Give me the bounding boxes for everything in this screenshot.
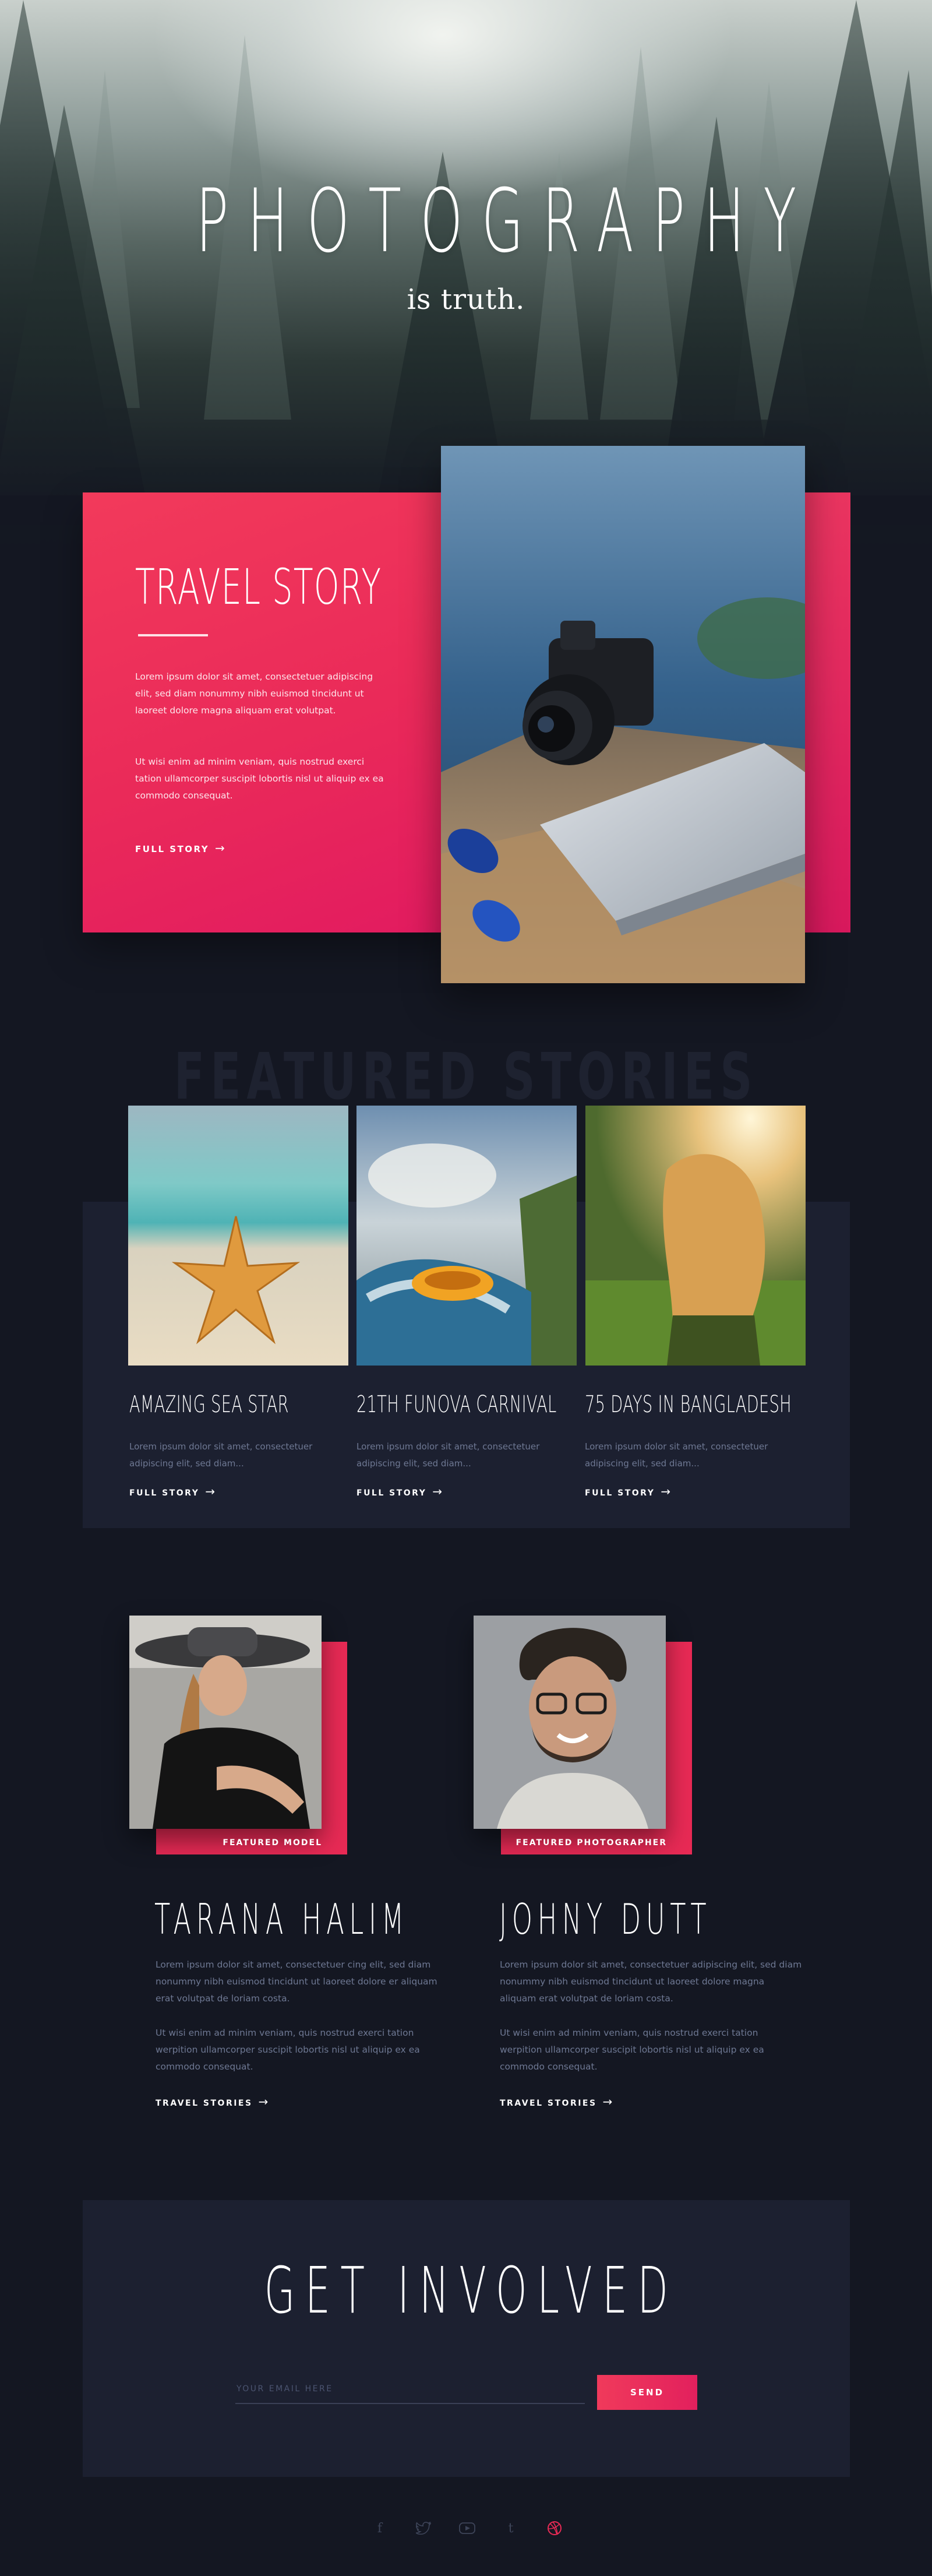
- full-story-link[interactable]: FULL STORY →: [135, 841, 225, 855]
- photographer-photo[interactable]: [474, 1616, 666, 1829]
- full-story-label: FULL STORY: [129, 1488, 200, 1498]
- story-description: Lorem ipsum dolor sit amet, consectetuer…: [129, 1441, 313, 1469]
- email-input[interactable]: [235, 2375, 585, 2404]
- full-story-link[interactable]: FULL STORY →: [129, 1484, 215, 1498]
- arrow-right-icon: →: [432, 1484, 443, 1498]
- model-name: TARANA HALIM: [154, 1895, 409, 1944]
- photographer-paragraph-2: Ut wisi enim ad minim veniam, quis nostr…: [500, 2028, 764, 2072]
- model-paragraph-1: Lorem ipsum dolor sit amet, consectetuer…: [156, 1959, 437, 2004]
- story-title: AMAZING SEA STAR: [129, 1391, 289, 1418]
- photographer-name: JOHNY DUTT: [499, 1895, 712, 1944]
- travel-story-photo: [441, 446, 805, 983]
- story-title: 21TH FUNOVA CARNIVAL: [356, 1391, 557, 1418]
- tumblr-icon[interactable]: t: [499, 2517, 523, 2540]
- get-involved-section: GET INVOLVED SEND: [83, 2200, 850, 2477]
- youtube-icon: [459, 2522, 475, 2534]
- rafting-image: [356, 1106, 577, 1366]
- travel-paragraph-1: Lorem ipsum dolor sit amet, consectetuer…: [135, 671, 373, 716]
- full-story-link[interactable]: FULL STORY →: [585, 1484, 670, 1498]
- sea-star-image: [128, 1106, 348, 1366]
- story-photo-bangladesh[interactable]: [585, 1106, 806, 1366]
- title-underline: [138, 634, 208, 636]
- woman-portrait-image: [129, 1616, 322, 1829]
- send-button[interactable]: SEND: [597, 2375, 697, 2410]
- facebook-icon[interactable]: f: [368, 2517, 391, 2540]
- model-photo[interactable]: [129, 1616, 322, 1829]
- travel-stories-link[interactable]: TRAVEL STORIES →: [156, 2095, 268, 2109]
- story-title: 75 DAYS IN BANGLADESH: [585, 1391, 792, 1418]
- arrow-right-icon: →: [205, 1484, 216, 1498]
- get-involved-title: GET INVOLVED: [264, 2253, 679, 2328]
- full-story-label: FULL STORY: [585, 1488, 655, 1498]
- travel-stories-link[interactable]: TRAVEL STORIES →: [500, 2095, 612, 2109]
- featured-stories-heading: FEATURED STORIES: [174, 1039, 758, 1114]
- full-story-label: FULL STORY: [356, 1488, 427, 1498]
- model-paragraph-2: Ut wisi enim ad minim veniam, quis nostr…: [156, 2028, 420, 2072]
- youtube-icon[interactable]: [456, 2517, 479, 2540]
- featured-photographer-label: FEATURED PHOTOGRAPHER: [516, 1838, 667, 1847]
- social-links: f t: [0, 2517, 932, 2540]
- photographer-paragraph-1: Lorem ipsum dolor sit amet, consectetuer…: [500, 1959, 802, 2004]
- featured-model-label: FEATURED MODEL: [223, 1838, 322, 1847]
- full-story-link[interactable]: FULL STORY →: [356, 1484, 442, 1498]
- travel-paragraph-2: Ut wisi enim ad minim veniam, quis nostr…: [135, 756, 384, 801]
- travel-stories-label: TRAVEL STORIES: [156, 2099, 253, 2108]
- story-photo-sea-star[interactable]: [128, 1106, 348, 1366]
- travel-story-card: TRAVEL STORY Lorem ipsum dolor sit amet,…: [83, 492, 456, 932]
- man-portrait-image: [474, 1616, 666, 1829]
- dribbble-icon[interactable]: [543, 2517, 566, 2540]
- twitter-icon: [416, 2522, 431, 2535]
- camera-laptop-image: [441, 446, 805, 983]
- story-description: Lorem ipsum dolor sit amet, consectetuer…: [585, 1441, 768, 1469]
- twitter-icon[interactable]: [412, 2517, 435, 2540]
- girl-field-image: [585, 1106, 806, 1366]
- full-story-label: FULL STORY: [135, 844, 210, 854]
- dribbble-icon: [548, 2521, 562, 2535]
- arrow-right-icon: →: [258, 2095, 269, 2109]
- arrow-right-icon: →: [215, 841, 225, 855]
- travel-story-title: TRAVEL STORY: [135, 558, 382, 615]
- travel-stories-label: TRAVEL STORIES: [500, 2099, 597, 2108]
- story-photo-carnival[interactable]: [356, 1106, 577, 1366]
- hero-title: PHOTOGRAPHY: [196, 171, 816, 272]
- story-description: Lorem ipsum dolor sit amet, consectetuer…: [356, 1441, 540, 1469]
- arrow-right-icon: →: [602, 2095, 613, 2109]
- arrow-right-icon: →: [661, 1484, 671, 1498]
- hero-subtitle: is truth.: [407, 283, 525, 316]
